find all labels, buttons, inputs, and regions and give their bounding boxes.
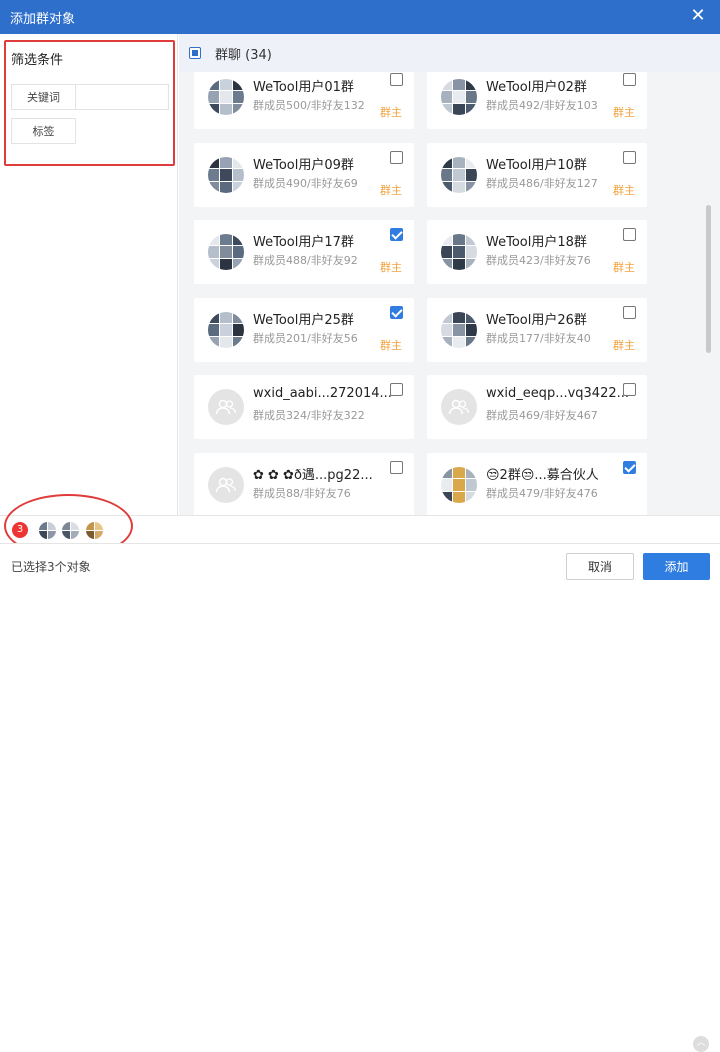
group-checkbox[interactable]	[623, 306, 636, 319]
group-avatar	[208, 157, 244, 193]
group-checkbox[interactable]	[623, 383, 636, 396]
owner-badge: 群主	[380, 339, 402, 352]
keyword-filter-row: 关键词	[11, 84, 169, 110]
group-placeholder-icon	[441, 389, 477, 425]
selected-avatar[interactable]	[39, 522, 56, 539]
group-card[interactable]: WeTool用户25群 群成员201/非好友56 群主	[194, 298, 414, 362]
group-member-stats: 群成员488/非好友92	[253, 254, 358, 267]
add-button[interactable]: 添加	[643, 553, 710, 580]
group-avatar	[208, 79, 244, 115]
group-card[interactable]: WeTool用户26群 群成员177/非好友40 群主	[427, 298, 647, 362]
group-avatar	[441, 467, 477, 503]
group-avatar	[441, 312, 477, 348]
group-member-stats: 群成员423/非好友76	[486, 254, 591, 267]
group-name: wxid_aabi...272014...	[253, 386, 392, 401]
group-checkbox[interactable]	[623, 73, 636, 86]
owner-badge: 群主	[380, 106, 402, 119]
group-member-stats: 群成员469/非好友467	[486, 409, 598, 422]
group-card[interactable]: WeTool用户09群 群成员490/非好友69 群主	[194, 143, 414, 207]
group-member-stats: 群成员201/非好友56	[253, 332, 358, 345]
group-name: WeTool用户25群	[253, 313, 354, 328]
group-member-stats: 群成员479/非好友476	[486, 487, 598, 500]
group-avatar	[441, 234, 477, 270]
group-checkbox[interactable]	[390, 73, 403, 86]
group-header-label: 群聊 (34)	[215, 47, 272, 63]
owner-badge: 群主	[613, 184, 635, 197]
owner-badge: 群主	[613, 339, 635, 352]
selected-avatar[interactable]	[86, 522, 103, 539]
collapse-icon[interactable]: ︿	[693, 1036, 709, 1052]
group-card[interactable]: 😒2群😒...募合伙人 群成员479/非好友476	[427, 453, 647, 515]
group-card[interactable]: wxid_eeqp...vq3422... 群成员469/非好友467	[427, 375, 647, 439]
group-card[interactable]: WeTool用户18群 群成员423/非好友76 群主	[427, 220, 647, 284]
group-name: WeTool用户02群	[486, 80, 587, 95]
group-name: WeTool用户26群	[486, 313, 587, 328]
group-member-stats: 群成员486/非好友127	[486, 177, 598, 190]
group-member-stats: 群成员500/非好友132	[253, 99, 365, 112]
group-name: WeTool用户09群	[253, 158, 354, 173]
scrollbar-thumb[interactable]	[706, 205, 711, 353]
selected-count-badge: 3	[12, 522, 28, 538]
cancel-button[interactable]: 取消	[566, 553, 634, 580]
group-card[interactable]: WeTool用户02群 群成员492/非好友103 群主	[427, 72, 647, 129]
group-name: WeTool用户18群	[486, 235, 587, 250]
group-name: 😒2群😒...募合伙人	[486, 468, 599, 483]
window-title: 添加群对象	[10, 11, 76, 27]
group-member-stats: 群成员177/非好友40	[486, 332, 591, 345]
title-bar: 添加群对象 ✕	[0, 0, 720, 34]
group-checkbox[interactable]	[623, 461, 636, 474]
group-card[interactable]: WeTool用户10群 群成员486/非好友127 群主	[427, 143, 647, 207]
group-avatar	[208, 312, 244, 348]
group-checkbox[interactable]	[390, 306, 403, 319]
group-card[interactable]: wxid_aabi...272014... 群成员324/非好友322	[194, 375, 414, 439]
group-avatar	[208, 234, 244, 270]
group-member-stats: 群成员88/非好友76	[253, 487, 351, 500]
group-card[interactable]: WeTool用户01群 群成员500/非好友132 群主	[194, 72, 414, 129]
group-checkbox[interactable]	[390, 383, 403, 396]
group-avatar	[441, 79, 477, 115]
selected-strip: 3 ︿	[0, 515, 720, 1052]
group-member-stats: 群成员492/非好友103	[486, 99, 598, 112]
group-checkbox[interactable]	[390, 151, 403, 164]
selected-avatar[interactable]	[62, 522, 79, 539]
select-all-checkbox[interactable]	[189, 47, 201, 59]
group-card[interactable]: WeTool用户17群 群成员488/非好友92 群主	[194, 220, 414, 284]
group-member-stats: 群成员324/非好友322	[253, 409, 365, 422]
filter-title: 筛选条件	[11, 53, 64, 68]
group-name: WeTool用户10群	[486, 158, 587, 173]
group-checkbox[interactable]	[390, 461, 403, 474]
owner-badge: 群主	[613, 106, 635, 119]
owner-badge: 群主	[380, 184, 402, 197]
group-checkbox[interactable]	[623, 228, 636, 241]
group-placeholder-icon	[208, 467, 244, 503]
tag-filter-button[interactable]: 标签	[11, 118, 76, 144]
owner-badge: 群主	[613, 261, 635, 274]
footer: 已选择3个对象 取消 添加	[0, 543, 720, 587]
group-name: ✿ ✿ ✿ð遇...pg22...	[253, 468, 373, 483]
keyword-filter-button[interactable]: 关键词	[12, 85, 76, 109]
group-card[interactable]: ✿ ✿ ✿ð遇...pg22... 群成员88/非好友76	[194, 453, 414, 515]
group-header: 群聊 (34)	[179, 34, 720, 72]
group-name: wxid_eeqp...vq3422...	[486, 386, 630, 401]
selection-status: 已选择3个对象	[11, 560, 91, 574]
group-name: WeTool用户17群	[253, 235, 354, 250]
group-card-list[interactable]: WeTool用户01群 群成员500/非好友132 群主 WeTool用户02群 群成员…	[179, 72, 720, 515]
group-name: WeTool用户01群	[253, 80, 354, 95]
filter-pane: 筛选条件 关键词 标签	[0, 34, 178, 515]
group-avatar	[441, 157, 477, 193]
close-icon[interactable]: ✕	[688, 7, 708, 27]
group-placeholder-icon	[208, 389, 244, 425]
group-member-stats: 群成员490/非好友69	[253, 177, 358, 190]
owner-badge: 群主	[380, 261, 402, 274]
group-checkbox[interactable]	[390, 228, 403, 241]
group-checkbox[interactable]	[623, 151, 636, 164]
